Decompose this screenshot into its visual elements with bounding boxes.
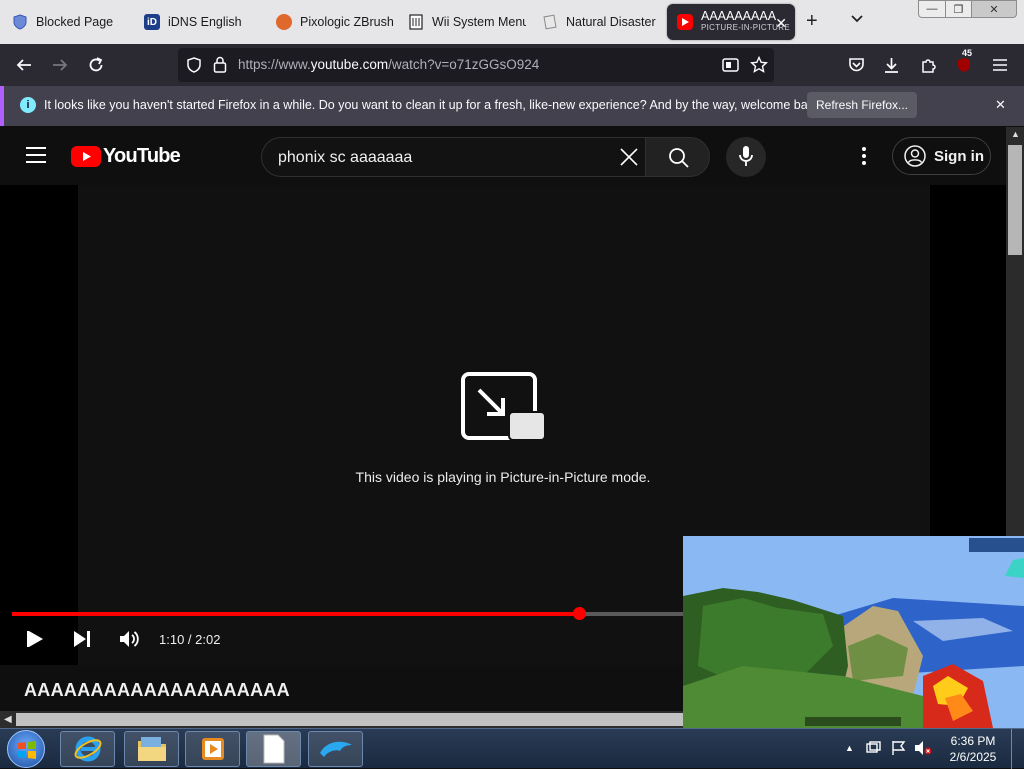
maximize-button[interactable]: ❐ — [945, 0, 972, 18]
search-query-text: phonix sc aaaaaaa — [278, 149, 413, 166]
action-center-flag-icon[interactable] — [865, 740, 881, 761]
tab-label: Wii System Menu — [432, 15, 526, 29]
youtube-header: YouTube phonix sc aaaaaaa Sign in — [0, 127, 1006, 185]
scroll-up-arrow-icon[interactable]: ▲ — [1011, 129, 1020, 139]
voice-search-button[interactable] — [726, 137, 766, 177]
refresh-firefox-notification: i It looks like you haven't started Fire… — [0, 86, 1024, 126]
refresh-firefox-button[interactable]: Refresh Firefox... — [807, 92, 917, 118]
account-icon — [904, 145, 926, 167]
vertical-scrollbar-thumb[interactable] — [1008, 145, 1022, 255]
blank-document-icon[interactable] — [246, 731, 301, 767]
back-arrow-icon[interactable] — [13, 54, 35, 76]
info-icon: i — [20, 97, 36, 113]
windows-taskbar: ▲ 6:36 PM 2/6/2025 — [0, 728, 1024, 769]
show-hidden-icons-arrow[interactable]: ▲ — [845, 743, 854, 753]
clear-search-icon[interactable] — [620, 148, 638, 171]
horizontal-scrollbar-thumb[interactable] — [16, 713, 684, 726]
microphone-icon — [739, 146, 753, 166]
network-flag-icon[interactable] — [891, 740, 907, 761]
youtube-icon — [677, 14, 693, 30]
extensions-puzzle-icon[interactable] — [917, 54, 939, 76]
sign-in-label: Sign in — [934, 147, 984, 165]
close-tab-icon[interactable]: ✕ — [775, 15, 787, 32]
reload-icon[interactable] — [85, 54, 107, 76]
close-window-button[interactable]: ✕ — [971, 0, 1017, 18]
youtube-logo[interactable]: YouTube — [71, 145, 181, 168]
reader-view-icon[interactable] — [722, 57, 739, 78]
bookmark-star-icon[interactable] — [749, 55, 769, 79]
pip-video-frame — [683, 536, 1024, 728]
media-player-icon[interactable] — [185, 731, 240, 767]
downloads-icon[interactable] — [880, 54, 902, 76]
tab-natural-disaster[interactable]: Natural Disaster — [532, 4, 660, 40]
notification-text: It looks like you haven't started Firefo… — [44, 98, 824, 112]
clock-time: 6:36 PM — [950, 734, 996, 748]
next-video-icon[interactable] — [72, 628, 92, 655]
picture-in-picture-icon — [461, 372, 547, 447]
tab-strip: Blocked Page iD iDNS English Pixologic Z… — [0, 0, 1024, 44]
more-options-icon[interactable] — [861, 147, 867, 170]
document-icon — [408, 14, 424, 30]
hamburger-menu-icon[interactable] — [989, 54, 1011, 76]
tab-idns-english[interactable]: iD iDNS English — [134, 4, 262, 40]
picture-in-picture-window[interactable] — [683, 536, 1024, 728]
search-input[interactable]: phonix sc aaaaaaa — [261, 137, 646, 177]
time-display: 1:10 / 2:02 — [159, 632, 221, 647]
tab-blocked-page[interactable]: Blocked Page — [2, 4, 130, 40]
url-bar[interactable]: https://www.youtube.com/watch?v=o71zGGsO… — [178, 48, 774, 82]
search-button[interactable] — [645, 137, 710, 177]
windows-start-icon[interactable] — [7, 730, 45, 768]
new-tab-icon[interactable]: + — [806, 11, 818, 31]
url-text[interactable]: https://www.youtube.com/watch?v=o71zGGsO… — [238, 57, 539, 72]
tab-label: Natural Disaster — [566, 15, 656, 29]
tab-label: Pixologic ZBrush — [300, 15, 394, 29]
tab-youtube-active[interactable]: AAAAAAAAA PICTURE-IN-PICTURE ✕ — [667, 4, 795, 40]
extension-badge: 45 — [960, 48, 975, 58]
video-title: AAAAAAAAAAAAAAAAAAAA — [24, 680, 290, 700]
tab-wii-system-menu[interactable]: Wii System Menu — [398, 4, 526, 40]
progress-played — [12, 612, 579, 616]
navigation-toolbar: https://www.youtube.com/watch?v=o71zGGsO… — [0, 44, 1024, 86]
scroll-left-arrow-icon[interactable]: ◀ — [4, 714, 12, 725]
ublock-extension-icon[interactable]: 45 — [953, 48, 975, 76]
search-icon — [669, 148, 689, 168]
pip-mode-message: This video is playing in Picture-in-Pict… — [355, 469, 651, 485]
pocket-icon[interactable] — [845, 54, 867, 76]
progress-bar[interactable] — [12, 607, 712, 620]
dolphin-emulator-icon[interactable] — [308, 731, 363, 767]
minimize-button[interactable]: — — [918, 0, 946, 18]
scrubber-handle[interactable] — [573, 607, 586, 620]
sign-in-button[interactable]: Sign in — [892, 137, 991, 175]
system-clock[interactable]: 6:36 PM 2/6/2025 — [944, 733, 1002, 765]
youtube-logo-text: YouTube — [103, 145, 181, 167]
show-desktop-button[interactable] — [1011, 729, 1024, 769]
internet-explorer-icon[interactable] — [60, 731, 115, 767]
clock-date: 2/6/2025 — [949, 750, 997, 764]
forward-arrow-icon[interactable] — [49, 54, 71, 76]
tab-pixologic-zbrush[interactable]: Pixologic ZBrush — [266, 4, 394, 40]
url-domain: youtube.com — [310, 57, 389, 72]
lock-icon[interactable] — [213, 56, 227, 78]
list-tabs-chevron-icon[interactable] — [850, 12, 864, 31]
play-icon[interactable] — [26, 628, 46, 655]
zbrush-icon — [276, 14, 292, 30]
idns-icon: iD — [144, 14, 160, 30]
url-path: /watch?v=o71zGGsO924 — [388, 57, 540, 72]
volume-icon[interactable] — [118, 628, 140, 655]
tracking-protection-shield-icon[interactable] — [186, 57, 202, 78]
guide-menu-icon[interactable] — [26, 147, 46, 168]
file-explorer-icon[interactable] — [124, 731, 179, 767]
page-icon — [542, 14, 558, 30]
volume-muted-icon[interactable] — [914, 740, 932, 761]
url-prefix: https://www. — [238, 57, 311, 72]
youtube-play-logo-icon — [71, 146, 101, 167]
tab-label: iDNS English — [168, 15, 242, 29]
tab-label: Blocked Page — [36, 15, 114, 29]
horizontal-scrollbar[interactable]: ◀ — [0, 711, 684, 728]
vertical-scrollbar[interactable]: ▲ — [1006, 127, 1024, 536]
close-notification-icon[interactable]: ✕ — [995, 97, 1006, 113]
shield-icon — [12, 14, 28, 30]
